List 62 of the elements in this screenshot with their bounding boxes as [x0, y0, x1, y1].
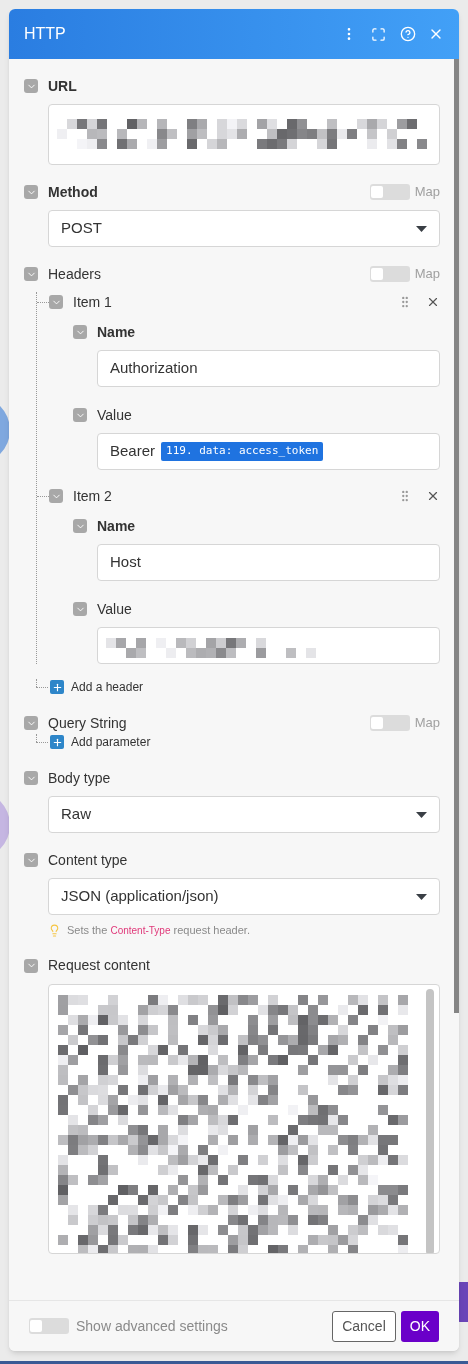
lightbulb-icon — [48, 923, 61, 937]
text-field[interactable] — [48, 104, 440, 165]
text-field[interactable]: Bearer 119. data: access_token — [97, 433, 440, 470]
collapse-toggle[interactable] — [24, 771, 38, 785]
field-label: Query String — [48, 713, 127, 733]
collapse-toggle[interactable] — [49, 489, 63, 503]
window-title: HTTP — [24, 24, 67, 44]
collapse-toggle[interactable] — [24, 958, 38, 973]
help-icon[interactable] — [400, 26, 416, 42]
collapse-toggle[interactable] — [73, 325, 87, 339]
switch-label: Show advanced settings — [76, 1316, 229, 1336]
item-label: Item 1 — [73, 292, 112, 312]
field-label: Name — [97, 516, 136, 536]
close-icon[interactable] — [426, 295, 440, 309]
caret-icon — [416, 811, 427, 818]
plus-icon — [50, 680, 64, 694]
caret-icon — [416, 893, 427, 900]
select-dropdown[interactable]: JSON (application/json) — [48, 878, 440, 915]
field-value: Bearer — [110, 441, 156, 462]
map-label: Map — [414, 183, 440, 202]
item-label: Item 2 — [73, 486, 112, 506]
cancel-button[interactable]: Cancel — [332, 1310, 396, 1342]
field-label: Headers — [48, 264, 101, 284]
collapse-toggle[interactable] — [24, 267, 38, 281]
scrollbar-thumb[interactable] — [454, 59, 459, 1013]
select-dropdown[interactable]: POST — [48, 210, 440, 247]
scrollbar-thumb[interactable] — [426, 988, 434, 1253]
collapse-toggle[interactable] — [49, 295, 63, 309]
hint-text: Sets the Content-Type request header. — [67, 923, 250, 938]
field-label: URL — [48, 76, 77, 96]
collapse-toggle[interactable] — [24, 716, 38, 730]
field-label: Request content — [48, 956, 150, 975]
field-label: Method — [48, 182, 98, 202]
field-label: Name — [97, 322, 136, 342]
collapse-toggle[interactable] — [73, 602, 87, 616]
field-label: Value — [97, 599, 132, 619]
mapped-token[interactable]: 119. data: access_token — [161, 442, 324, 461]
collapse-toggle[interactable] — [73, 408, 87, 422]
text-field[interactable]: Authorization — [97, 350, 440, 387]
field-label: Content type — [48, 850, 128, 870]
map-label: Map — [414, 714, 440, 733]
collapse-toggle[interactable] — [24, 79, 38, 93]
collapse-toggle[interactable] — [24, 853, 38, 867]
collapse-toggle[interactable] — [24, 185, 38, 199]
close-icon[interactable] — [426, 489, 440, 503]
select-dropdown[interactable]: Raw — [48, 796, 440, 833]
map-label: Map — [414, 265, 440, 284]
map-switch[interactable] — [369, 715, 410, 731]
map-switch[interactable] — [369, 184, 410, 200]
add-button[interactable]: Add a header — [50, 678, 144, 696]
add-button[interactable]: Add parameter — [50, 733, 151, 751]
expand-icon[interactable] — [371, 26, 386, 42]
map-switch[interactable] — [369, 266, 410, 282]
text-field[interactable] — [97, 627, 440, 664]
text-field[interactable]: Host — [97, 544, 440, 581]
caret-icon — [416, 225, 427, 232]
field-label: Value — [97, 405, 132, 425]
field-label: Body type — [48, 768, 111, 788]
plus-icon — [50, 735, 64, 749]
ok-button[interactable]: OK — [400, 1310, 439, 1342]
advanced-switch[interactable] — [29, 1318, 69, 1334]
collapse-toggle[interactable] — [73, 519, 87, 533]
